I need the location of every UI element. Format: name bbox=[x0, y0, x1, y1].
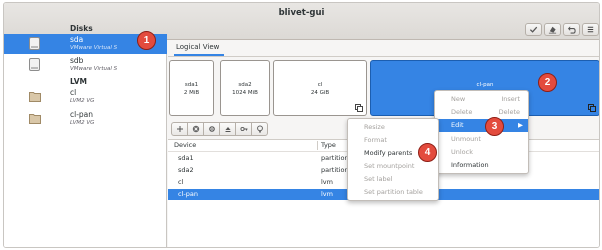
edit-device-button[interactable] bbox=[203, 122, 220, 136]
clear-queue-icon bbox=[548, 26, 557, 34]
menu-item-unlock[interactable]: Unlock bbox=[435, 146, 528, 159]
folder-icon bbox=[29, 92, 41, 102]
context-menu: New Insert Delete Delete Edit ▶ Unmount … bbox=[434, 90, 529, 174]
menu-item-label: Set partition table bbox=[364, 188, 423, 196]
menu-item-accel: Insert bbox=[501, 95, 520, 103]
cell-device: cl bbox=[178, 178, 184, 186]
tab-logical-view[interactable]: Logical View bbox=[176, 43, 219, 51]
sidebar-item-label: sda bbox=[70, 35, 84, 44]
cell-type: partition bbox=[321, 166, 349, 174]
add-device-button[interactable] bbox=[171, 122, 188, 136]
cell-type: lvm bbox=[321, 178, 333, 186]
partition-size: 2 MiB bbox=[183, 90, 200, 96]
lvm-children-icon bbox=[588, 104, 596, 112]
sidebar-item-sublabel: VMware Virtual S bbox=[70, 66, 118, 72]
menu-item-unmount[interactable]: Unmount bbox=[435, 133, 528, 146]
unmount-button[interactable] bbox=[219, 122, 236, 136]
sidebar-item-label: cl-pan bbox=[70, 110, 94, 119]
action-toolbar bbox=[171, 122, 268, 136]
unmount-icon bbox=[225, 127, 230, 132]
submenu-item-set-label[interactable]: Set label bbox=[348, 173, 438, 186]
menu-item-accel: Delete bbox=[498, 108, 520, 116]
callout-badge-2: 2 bbox=[538, 73, 557, 92]
menu-item-label: Information bbox=[451, 161, 489, 169]
tab-divider bbox=[168, 56, 599, 57]
partition-block-sda1[interactable]: sda1 2 MiB bbox=[169, 60, 214, 116]
menu-item-label: Format bbox=[364, 136, 387, 144]
partition-block-sda2[interactable]: sda2 1024 MiB bbox=[220, 60, 270, 116]
submenu-item-resize[interactable]: Resize bbox=[348, 121, 438, 134]
app-window: blivet-gui Disks sda VMware Virtual S sd… bbox=[3, 2, 600, 248]
lvm-heading: LVM bbox=[70, 77, 88, 86]
partition-name: cl bbox=[317, 82, 323, 88]
apply-button[interactable] bbox=[525, 23, 542, 36]
partition-name: cl-pan bbox=[476, 82, 494, 88]
menu-icon bbox=[587, 26, 594, 33]
decrypt-button[interactable] bbox=[235, 122, 252, 136]
decrypt-icon bbox=[239, 126, 247, 132]
column-separator bbox=[317, 141, 318, 150]
menu-item-delete[interactable]: Delete Delete bbox=[435, 106, 528, 119]
menu-item-label: Delete bbox=[451, 108, 473, 116]
window-title: blivet-gui bbox=[278, 8, 325, 18]
cell-device: sda2 bbox=[178, 166, 194, 174]
sidebar-item-sdb[interactable]: sdb VMware Virtual S bbox=[4, 55, 167, 75]
apply-icon bbox=[529, 26, 538, 33]
menu-item-new[interactable]: New Insert bbox=[435, 93, 528, 106]
sidebar-item-sublabel: LVM2 VG bbox=[70, 98, 95, 104]
edit-icon bbox=[208, 126, 215, 132]
add-icon bbox=[176, 126, 183, 132]
menu-item-label: Modify parents bbox=[364, 149, 413, 157]
sidebar-item-sublabel: LVM2 VG bbox=[70, 120, 95, 126]
sidebar-item-cl[interactable]: cl LVM2 VG bbox=[4, 87, 167, 107]
callout-badge-1: 1 bbox=[137, 31, 156, 50]
cell-type: lvm bbox=[321, 190, 333, 198]
main-menu-button[interactable] bbox=[582, 23, 599, 36]
callout-badge-3: 3 bbox=[485, 117, 504, 136]
partition-name: sda2 bbox=[238, 82, 252, 88]
column-header-device[interactable]: Device bbox=[174, 141, 196, 149]
lvm-children-icon bbox=[355, 104, 363, 112]
submenu-arrow-icon: ▶ bbox=[518, 121, 523, 129]
menu-item-label: New bbox=[451, 95, 466, 103]
clear-queue-button[interactable] bbox=[544, 23, 561, 36]
menu-item-label: Edit bbox=[451, 121, 464, 129]
callout-badge-4: 4 bbox=[418, 143, 437, 162]
cell-type: partition bbox=[321, 154, 349, 162]
column-header-type[interactable]: Type bbox=[321, 141, 336, 149]
sidebar-item-sublabel: VMware Virtual S bbox=[70, 45, 118, 51]
menu-item-label: Set label bbox=[364, 175, 393, 183]
menu-item-label: Resize bbox=[364, 123, 385, 131]
partition-size: 24 GiB bbox=[310, 90, 330, 96]
menu-item-label: Unlock bbox=[451, 148, 473, 156]
cell-device: cl-pan bbox=[178, 190, 198, 198]
menu-item-edit[interactable]: Edit ▶ bbox=[435, 119, 528, 132]
cell-device: sda1 bbox=[178, 154, 194, 162]
undo-icon bbox=[567, 26, 576, 34]
delete-icon bbox=[192, 125, 199, 133]
menu-item-information[interactable]: Information bbox=[435, 159, 528, 172]
folder-icon bbox=[29, 114, 41, 124]
partition-size: 1024 MiB bbox=[232, 90, 258, 96]
disk-icon bbox=[29, 37, 40, 50]
partition-name: sda1 bbox=[184, 82, 199, 88]
partition-block-cl[interactable]: cl 24 GiB bbox=[273, 60, 367, 116]
menu-item-label: Set mountpoint bbox=[364, 162, 415, 170]
delete-device-button[interactable] bbox=[187, 122, 204, 136]
submenu-item-set-mountpoint[interactable]: Set mountpoint bbox=[348, 160, 438, 173]
sidebar-item-cl-pan[interactable]: cl-pan LVM2 VG bbox=[4, 109, 167, 129]
submenu-item-set-partition-table[interactable]: Set partition table bbox=[348, 186, 438, 199]
information-button[interactable] bbox=[251, 122, 268, 136]
sidebar-item-label: sdb bbox=[70, 56, 84, 65]
information-icon bbox=[256, 125, 263, 133]
menu-item-label: Unmount bbox=[451, 135, 481, 143]
disks-heading: Disks bbox=[70, 24, 93, 33]
undo-button[interactable] bbox=[563, 23, 580, 36]
sidebar-item-label: cl bbox=[70, 88, 77, 97]
disk-icon bbox=[29, 58, 40, 71]
